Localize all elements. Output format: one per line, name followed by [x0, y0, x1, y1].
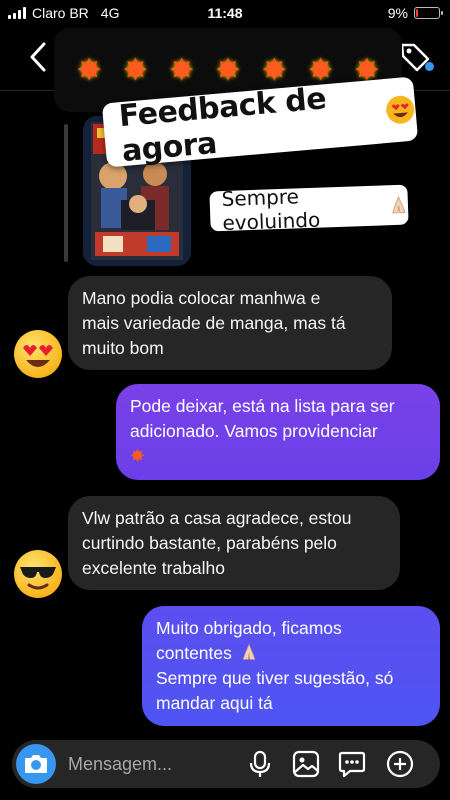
- battery-percent: 9%: [387, 5, 408, 21]
- reply-indicator: [64, 124, 68, 262]
- starburst-icon: ✸: [261, 53, 287, 87]
- message-line: Vlw patrão a casa agradece, estou: [82, 508, 352, 528]
- plus-circle-icon: [386, 750, 414, 778]
- message-line: excelente trabalho: [82, 558, 226, 578]
- heart-eyes-emoji-icon: [386, 95, 415, 124]
- folded-hands-icon: [242, 643, 256, 660]
- status-bar: Claro BR 4G 11:48 9%: [0, 0, 450, 26]
- camera-icon: [25, 755, 47, 773]
- microphone-button[interactable]: [244, 748, 276, 780]
- starburst-icon: ✸: [76, 53, 102, 87]
- message-bubble-outgoing[interactable]: Pode deixar, está na lista para ser adic…: [116, 384, 440, 480]
- message-line: Pode deixar, está na lista para ser: [130, 396, 395, 416]
- message-line: muito bom: [82, 338, 164, 358]
- sunglasses-emoji-icon: [20, 567, 56, 590]
- message-line-with-emoji: contentes: [156, 641, 426, 666]
- evolving-sticker: Sempre evoluindo: [209, 184, 409, 235]
- microphone-icon: [249, 750, 271, 777]
- starburst-icon: ✸: [215, 53, 241, 87]
- sunglasses-emoji-avatar: [14, 550, 62, 598]
- folded-hands-icon: [391, 195, 406, 214]
- message-line: adicionado. Vamos providenciar: [130, 421, 378, 441]
- message-line: Muito obrigado, ficamos: [156, 618, 342, 638]
- message-line: curtindo bastante, parabéns pelo: [82, 533, 337, 553]
- message-line: mandar aqui tá: [156, 693, 273, 713]
- message-bubble-incoming[interactable]: Mano podia colocar manhwa e mais varieda…: [68, 276, 392, 370]
- heart-eyes-emoji-icon: [23, 345, 53, 367]
- message-bubble-outgoing[interactable]: Muito obrigado, ficamos contentes Sempre…: [142, 606, 440, 726]
- message-line: mais variedade de manga, mas tá: [82, 313, 346, 333]
- notification-dot: [425, 62, 434, 71]
- message-line: Mano podia colocar manhwa e: [82, 288, 321, 308]
- battery-icon: [414, 7, 443, 19]
- clock: 11:48: [207, 5, 243, 21]
- camera-button[interactable]: [16, 744, 56, 784]
- sticker-icon: [338, 751, 366, 778]
- collision-emoji-icon: ✸: [130, 446, 146, 466]
- evolving-sticker-text: Sempre evoluindo: [221, 184, 321, 236]
- add-button[interactable]: [384, 748, 416, 780]
- gallery-button[interactable]: [290, 748, 322, 780]
- starburst-icon: ✸: [122, 53, 148, 87]
- battery-info: 9%: [387, 5, 443, 21]
- message-composer: [12, 740, 440, 788]
- message-line: contentes: [156, 643, 232, 663]
- heart-eyes-emoji-avatar: [14, 330, 62, 378]
- sticker-button[interactable]: [336, 748, 368, 780]
- message-line: Sempre que tiver sugestão, só: [156, 668, 394, 688]
- back-button[interactable]: [26, 40, 52, 74]
- chevron-left-icon: [30, 42, 46, 72]
- starburst-icon: ✸: [169, 53, 195, 87]
- gallery-icon: [292, 750, 320, 778]
- message-input[interactable]: [68, 740, 238, 788]
- message-bubble-incoming[interactable]: Vlw patrão a casa agradece, estou curtin…: [68, 496, 400, 590]
